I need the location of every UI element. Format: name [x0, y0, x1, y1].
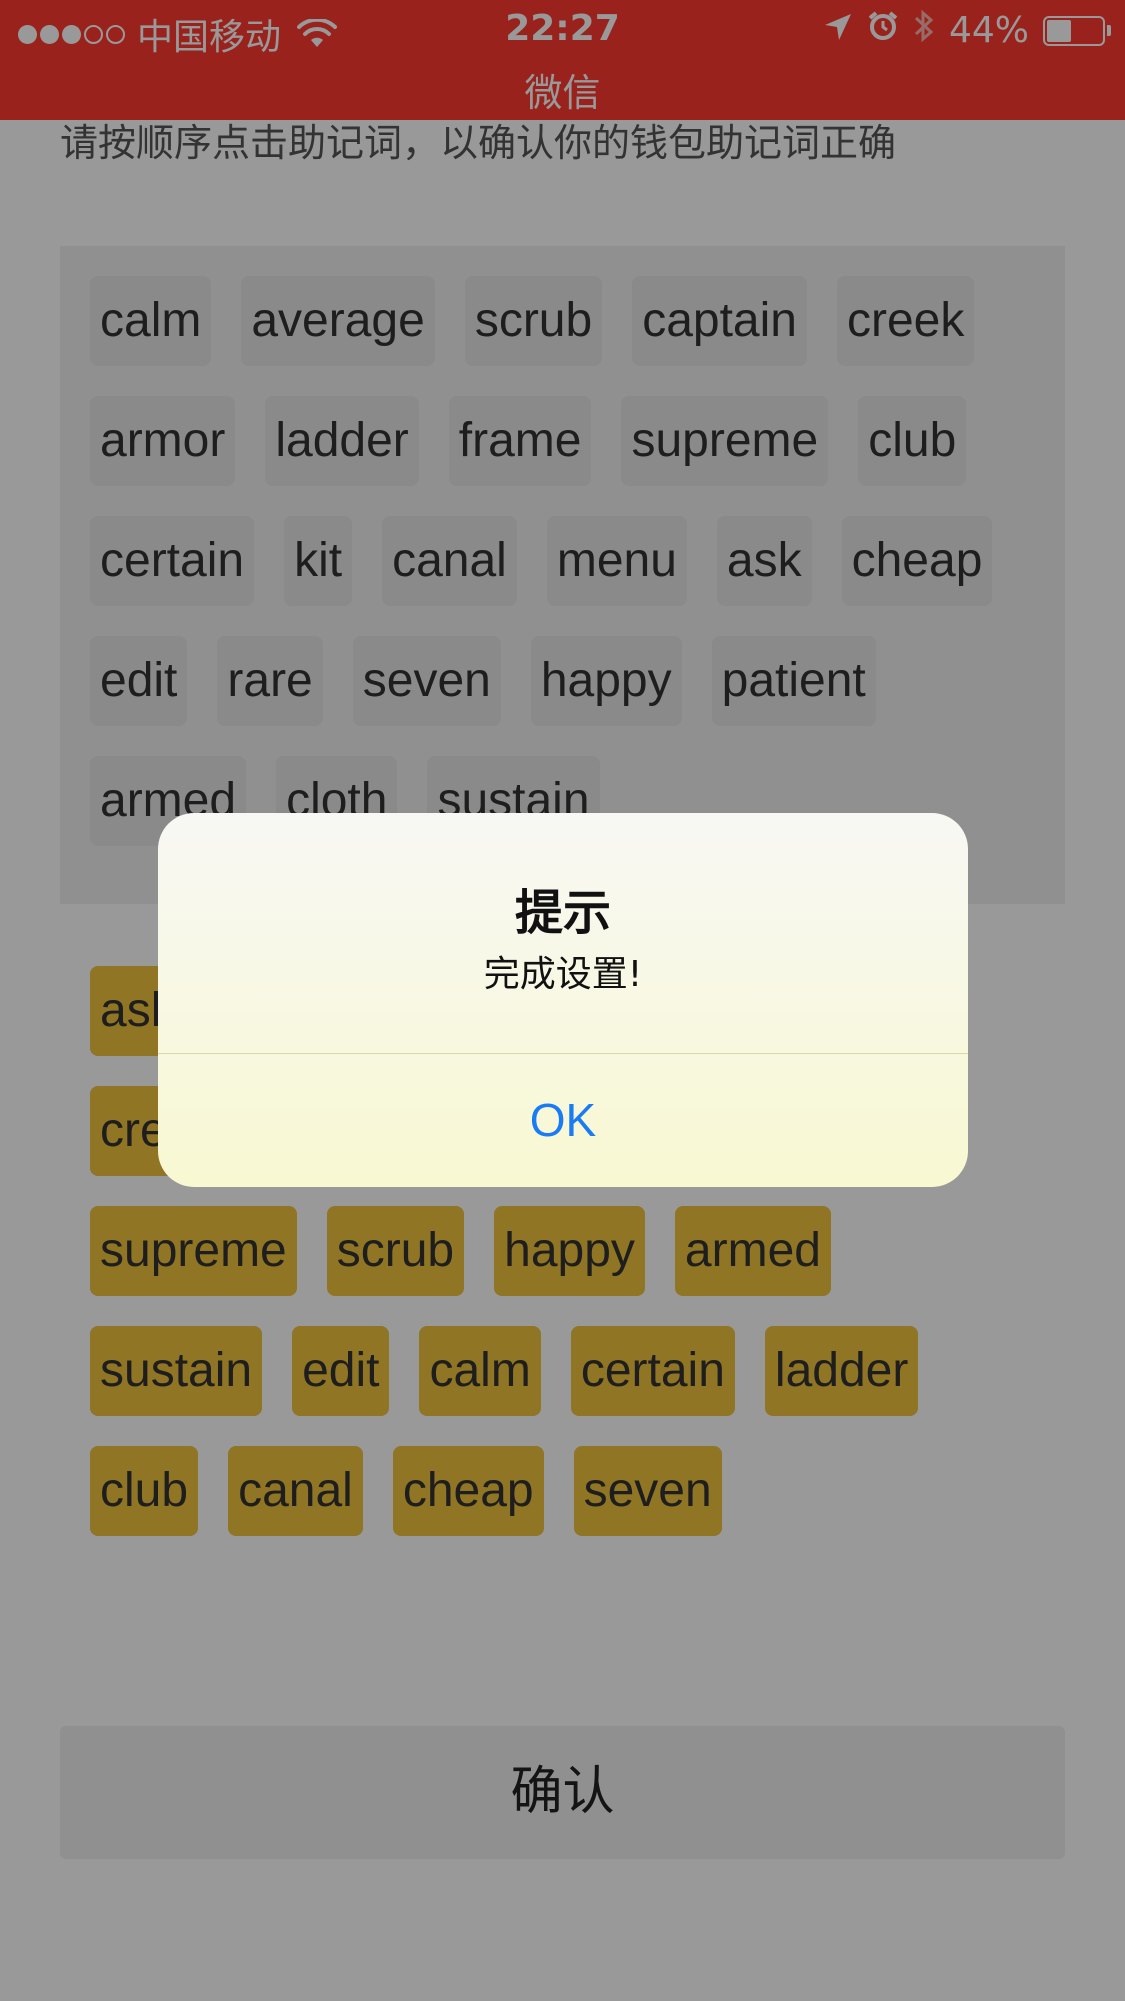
alert-dialog: 提示 完成设置! OK: [158, 813, 968, 1187]
alert-message: 完成设置!: [483, 954, 643, 995]
ok-button[interactable]: OK: [158, 1054, 968, 1187]
alert-title: 提示: [514, 885, 611, 941]
